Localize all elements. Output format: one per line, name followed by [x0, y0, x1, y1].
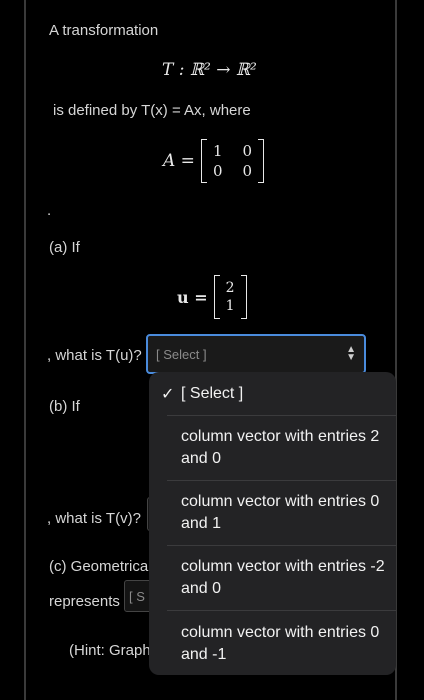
matrix-cell: 0 [212, 162, 223, 180]
dropdown-option-neg2-0[interactable]: column vector with entries -2 and 0 [149, 556, 396, 600]
represents-text: represents [49, 593, 120, 610]
part-a-label: (a) If [49, 239, 80, 256]
dropdown-option-0-1[interactable]: column vector with entries 0 and 1 [149, 491, 396, 535]
transformation-formula: T : ℝ² → ℝ² [162, 60, 257, 80]
matrix-a-lhs: A = [163, 151, 195, 171]
separator [167, 415, 396, 416]
matrix-cell: 0 [242, 162, 253, 180]
chevron-up-down-icon: ▲ ▼ [346, 344, 356, 363]
question-a-text: , what is T(u)? [47, 347, 142, 364]
separator [167, 610, 396, 611]
vector-u-lhs: u = [177, 287, 208, 307]
matrix-cell: 0 [242, 142, 253, 160]
dropdown-option-select[interactable]: [ Select ] [149, 383, 396, 405]
period: . [47, 202, 52, 219]
dropdown-menu: ✓ [ Select ] column vector with entries … [149, 372, 396, 675]
intro-text: A transformation [49, 22, 159, 39]
vector-u: 2 1 [213, 275, 247, 319]
hint-text: (Hint: Graph [69, 642, 151, 659]
answer-a-select[interactable]: [ Select ] ▲ ▼ [146, 334, 366, 374]
matrix-a: 1 0 0 0 [200, 139, 265, 183]
vector-u-block: u = 2 1 [177, 275, 247, 319]
left-frame-border [24, 0, 26, 700]
part-b-label: (b) If [49, 398, 80, 415]
vector-entry: 1 [225, 298, 235, 314]
right-bracket [240, 275, 247, 319]
select-stub-text: [ S [129, 588, 145, 604]
select-placeholder: [ Select ] [156, 346, 207, 362]
part-c-label: (c) Geometrica [49, 558, 149, 575]
right-bracket [258, 139, 265, 183]
question-b-text: , what is T(v)? [47, 510, 141, 527]
separator [167, 545, 396, 546]
dropdown-option-0-neg1[interactable]: column vector with entries 0 and -1 [149, 622, 396, 666]
vector-entry: 2 [225, 280, 235, 296]
dropdown-option-2-0[interactable]: column vector with entries 2 and 0 [149, 426, 396, 470]
definition-text: is defined by T(x) = Ax, where [53, 102, 251, 119]
matrix-cell: 1 [212, 142, 223, 160]
matrix-a-block: A = 1 0 0 0 [163, 139, 265, 183]
separator [167, 480, 396, 481]
